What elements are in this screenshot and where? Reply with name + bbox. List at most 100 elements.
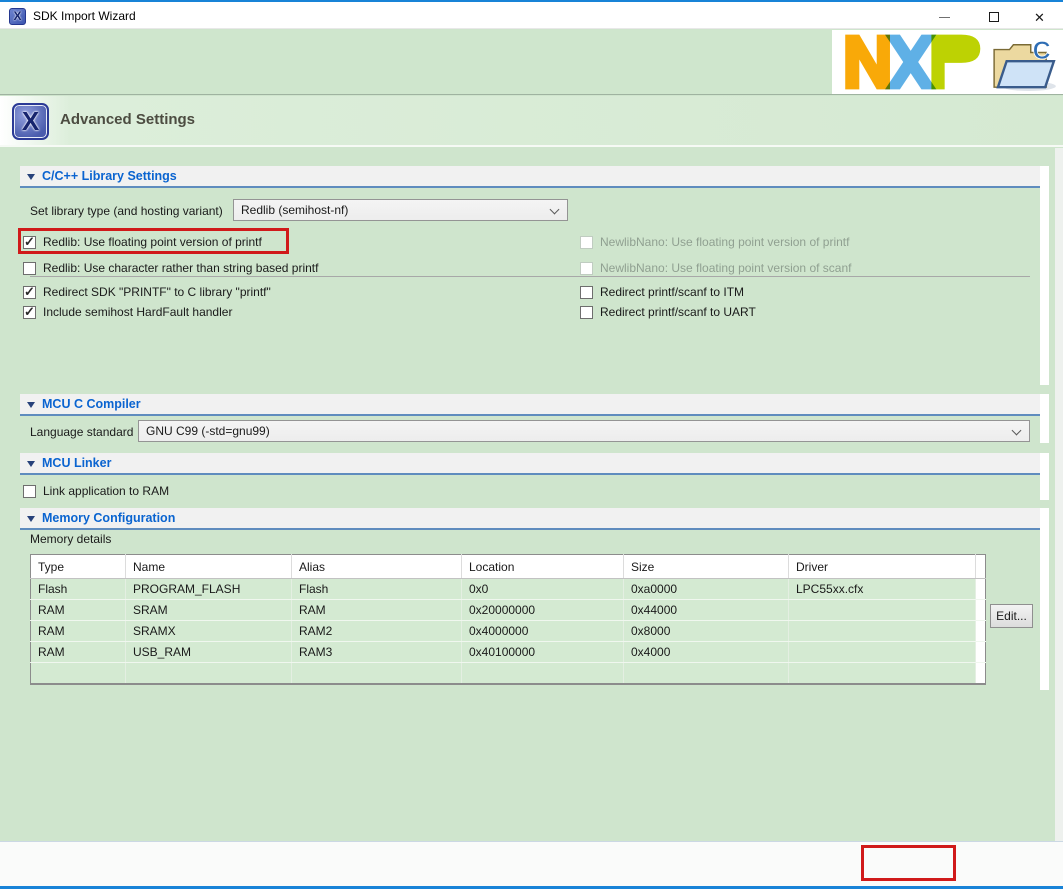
page-title: Advanced Settings — [60, 111, 195, 128]
cell-location: 0x0 — [462, 579, 624, 600]
library-type-value: Redlib (semihost-nf) — [241, 200, 348, 220]
minimize-button[interactable] — [922, 4, 967, 30]
checkbox-label: Include semihost HardFault handler — [43, 305, 232, 319]
scrollbar-track[interactable] — [1055, 148, 1063, 841]
section-title: MCU Linker — [42, 453, 111, 473]
checkbox-redirect-sdk-printf[interactable]: Redirect SDK "PRINTF" to C library "prin… — [23, 283, 271, 301]
table-row[interactable]: RAM SRAM RAM 0x20000000 0x44000 — [31, 600, 986, 621]
checkbox-label: Redirect SDK "PRINTF" to C library "prin… — [43, 285, 271, 299]
collapse-triangle-icon — [27, 174, 35, 180]
nxp-logo-icon — [834, 33, 994, 91]
cell-alias: RAM3 — [292, 642, 462, 663]
section-header-mcu-linker[interactable]: MCU Linker — [20, 453, 1040, 475]
cell-location: 0x20000000 — [462, 600, 624, 621]
checkbox-box — [580, 286, 593, 299]
checkbox-redirect-itm[interactable]: Redirect printf/scanf to ITM — [580, 283, 744, 301]
checkbox-box — [580, 306, 593, 319]
language-standard-label: Language standard — [30, 425, 133, 439]
table-header-row[interactable]: Type Name Alias Location Size Driver — [31, 555, 986, 579]
column-header[interactable]: Alias — [292, 555, 462, 579]
checkbox-box — [580, 236, 593, 249]
column-header[interactable]: Name — [126, 555, 292, 579]
memory-table[interactable]: Type Name Alias Location Size Driver Fla… — [30, 554, 986, 685]
table-scroll-gutter — [976, 642, 986, 663]
section-header-mcu-compiler[interactable]: MCU C Compiler — [20, 394, 1040, 416]
column-header[interactable]: Type — [31, 555, 126, 579]
column-header[interactable]: Size — [624, 555, 789, 579]
language-standard-dropdown[interactable]: GNU C99 (-std=gnu99) — [138, 420, 1030, 442]
edit-button[interactable]: Edit... — [990, 604, 1033, 628]
cell-alias: RAM — [292, 600, 462, 621]
cell-driver: LPC55xx.cfx — [789, 579, 976, 600]
cell-type: RAM — [31, 642, 126, 663]
checkbox-semihost-hardfault[interactable]: Include semihost HardFault handler — [23, 303, 232, 321]
cell-alias: Flash — [292, 579, 462, 600]
checkbox-box — [23, 262, 36, 275]
divider — [30, 276, 1030, 277]
section-title: C/C++ Library Settings — [42, 166, 177, 186]
section-right-margin — [1040, 508, 1049, 690]
cell-location: 0x40100000 — [462, 642, 624, 663]
chevron-down-icon — [1012, 426, 1022, 436]
checkbox-newlibnano-printf: NewlibNano: Use floating point version o… — [580, 233, 849, 251]
wizard-banner: X Advanced Settings — [0, 96, 1063, 147]
cell-name: SRAMX — [126, 621, 292, 642]
close-icon: ✕ — [1034, 11, 1045, 24]
cell-type: RAM — [31, 621, 126, 642]
cell-size: 0x44000 — [624, 600, 789, 621]
annotation-box-finish — [861, 845, 956, 881]
cell-type: RAM — [31, 600, 126, 621]
table-row[interactable]: Flash PROGRAM_FLASH Flash 0x0 0xa0000 LP… — [31, 579, 986, 600]
column-header[interactable]: Location — [462, 555, 624, 579]
title-bar: X SDK Import Wizard ✕ — [0, 0, 1063, 29]
chevron-down-icon — [550, 205, 560, 215]
section-right-margin — [1040, 166, 1049, 385]
checkbox-box — [23, 306, 36, 319]
table-row[interactable]: RAM USB_RAM RAM3 0x40100000 0x4000 — [31, 642, 986, 663]
column-header[interactable]: Driver — [789, 555, 976, 579]
cell-size: 0x4000 — [624, 642, 789, 663]
section-title: MCU C Compiler — [42, 394, 141, 414]
language-standard-value: GNU C99 (-std=gnu99) — [146, 421, 270, 441]
table-scroll-gutter — [976, 555, 986, 579]
checkbox-label: NewlibNano: Use floating point version o… — [600, 235, 849, 249]
nxp-logo-area: C — [832, 30, 1063, 94]
maximize-button[interactable] — [971, 4, 1016, 30]
table-row[interactable]: RAM SRAMX RAM2 0x4000000 0x8000 — [31, 621, 986, 642]
library-type-label: Set library type (and hosting variant) — [30, 204, 223, 218]
checkbox-redlib-char-printf[interactable]: Redlib: Use character rather than string… — [23, 259, 318, 277]
checkbox-label: Redirect printf/scanf to UART — [600, 305, 756, 319]
close-button[interactable]: ✕ — [1017, 4, 1062, 30]
section-header-memory-config[interactable]: Memory Configuration — [20, 508, 1040, 530]
annotation-box-redlib-float — [18, 228, 289, 254]
section-right-margin — [1040, 453, 1049, 500]
cell-alias: RAM2 — [292, 621, 462, 642]
checkbox-link-to-ram[interactable]: Link application to RAM — [23, 482, 169, 500]
section-title: Memory Configuration — [42, 508, 175, 528]
cell-driver — [789, 642, 976, 663]
checkbox-redirect-uart[interactable]: Redirect printf/scanf to UART — [580, 303, 756, 321]
cell-driver — [789, 621, 976, 642]
table-scroll-gutter — [976, 663, 986, 684]
table-scroll-gutter — [976, 600, 986, 621]
section-header-library-settings[interactable]: C/C++ Library Settings — [20, 166, 1040, 188]
minimize-icon — [939, 17, 950, 18]
memory-details-label: Memory details — [30, 532, 111, 546]
checkbox-label: NewlibNano: Use floating point version o… — [600, 261, 851, 275]
library-type-dropdown[interactable]: Redlib (semihost-nf) — [233, 199, 568, 221]
table-row-empty — [31, 663, 986, 684]
cell-name: PROGRAM_FLASH — [126, 579, 292, 600]
window-title: SDK Import Wizard — [33, 2, 136, 30]
collapse-triangle-icon — [27, 461, 35, 467]
table-scroll-gutter — [976, 621, 986, 642]
cell-name: SRAM — [126, 600, 292, 621]
cell-name: USB_RAM — [126, 642, 292, 663]
checkbox-box — [23, 286, 36, 299]
checkbox-label: Redlib: Use character rather than string… — [43, 261, 318, 275]
collapse-triangle-icon — [27, 516, 35, 522]
checkbox-label: Redirect printf/scanf to ITM — [600, 285, 744, 299]
app-icon: X — [9, 8, 26, 25]
cell-size: 0xa0000 — [624, 579, 789, 600]
section-right-margin — [1040, 394, 1049, 443]
checkbox-box — [23, 485, 36, 498]
